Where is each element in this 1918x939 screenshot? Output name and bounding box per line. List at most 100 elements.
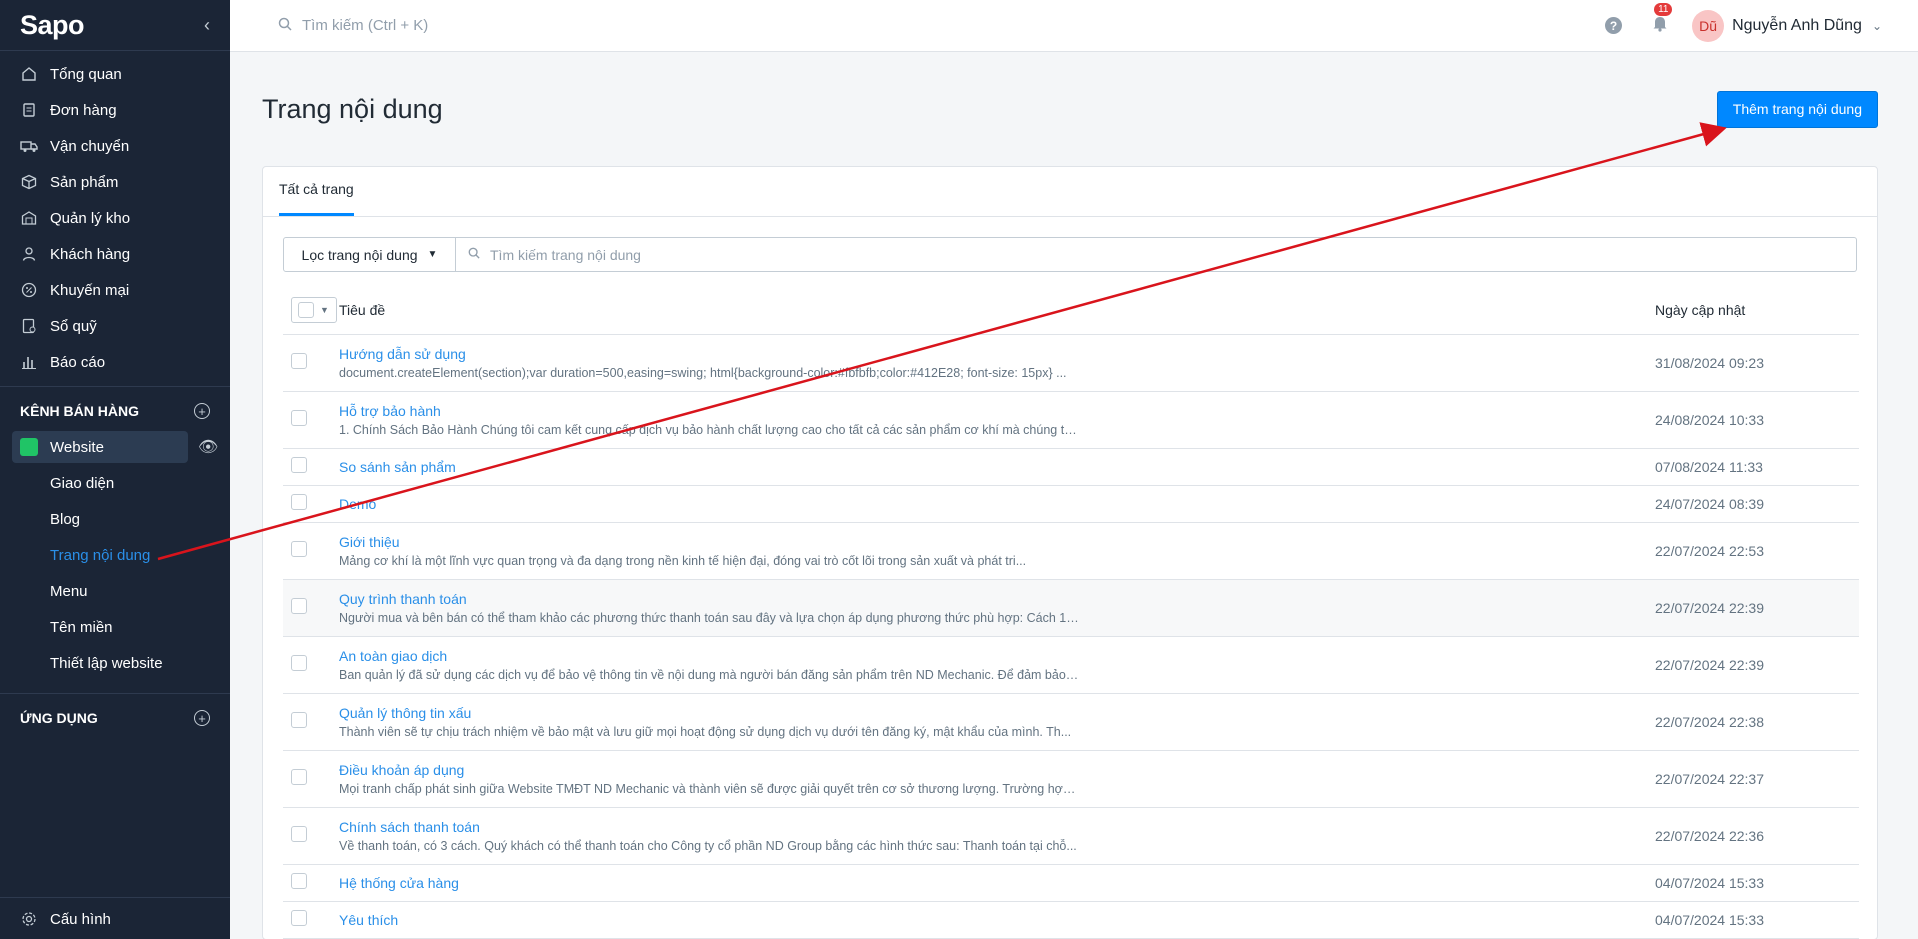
sapo-logo[interactable]: Sapo: [20, 10, 85, 41]
apps-title: ỨNG DỤNG: [20, 710, 98, 726]
bulk-select-checkbox[interactable]: ▼: [291, 296, 337, 323]
row-checkbox[interactable]: [291, 655, 307, 671]
main-content: Trang nội dung Thêm trang nội dung Tất c…: [262, 52, 1878, 939]
table-row[interactable]: Hệ thống cửa hàng 04/07/2024 15:33: [283, 864, 1859, 902]
table-row[interactable]: Quản lý thông tin xấu Thành viên sẽ tự c…: [283, 693, 1859, 751]
table-row[interactable]: Điều khoản áp dụng Mọi tranh chấp phát s…: [283, 750, 1859, 808]
table-row[interactable]: An toàn giao dịch Ban quản lý đã sử dụng…: [283, 636, 1859, 694]
row-excerpt: document.createElement(section);var dura…: [339, 365, 1067, 380]
collapse-sidebar-icon[interactable]: ‹: [204, 15, 210, 36]
checkbox[interactable]: [298, 301, 314, 318]
row-checkbox[interactable]: [291, 910, 307, 926]
row-title-link[interactable]: Demo: [339, 496, 1655, 512]
row-excerpt: Mọi tranh chấp phát sinh giữa Website TM…: [339, 781, 1079, 796]
nav-theme[interactable]: Giao diện: [0, 465, 230, 501]
row-title-link[interactable]: Quy trình thanh toán: [339, 591, 1655, 607]
nav-overview[interactable]: Tổng quan: [0, 56, 230, 92]
nav-label: Quản lý kho: [50, 209, 131, 227]
row-checkbox[interactable]: [291, 712, 307, 728]
row-title-link[interactable]: Điều khoản áp dụng: [339, 762, 1655, 778]
chart-icon: [20, 353, 38, 371]
caret-down-icon[interactable]: ▼: [320, 305, 329, 315]
nav-settings[interactable]: Cấu hình: [0, 898, 230, 939]
table-row[interactable]: Hướng dẫn sử dụng document.createElement…: [283, 334, 1859, 392]
row-select-cell: [283, 636, 339, 694]
nav-menu[interactable]: Menu: [0, 573, 230, 609]
row-select-cell: [283, 522, 339, 580]
row-checkbox[interactable]: [291, 410, 307, 426]
row-title-link[interactable]: Giới thiệu: [339, 534, 1655, 550]
row-title-link[interactable]: Quản lý thông tin xấu: [339, 705, 1655, 721]
row-checkbox[interactable]: [291, 541, 307, 557]
avatar[interactable]: Dũ: [1692, 9, 1725, 42]
row-excerpt: Thành viên sẽ tự chịu trách nhiệm về bảo…: [339, 724, 1072, 739]
nav-promotions[interactable]: Khuyến mại: [0, 272, 230, 308]
add-app-icon[interactable]: +: [194, 710, 210, 726]
nav-inventory[interactable]: Quản lý kho: [0, 200, 230, 236]
row-title-link[interactable]: Hệ thống cửa hàng: [339, 875, 1655, 891]
table-body: Hướng dẫn sử dụng document.createElement…: [283, 334, 1859, 939]
tab-all-pages[interactable]: Tất cả trang: [279, 181, 354, 216]
eye-icon[interactable]: 👁: [198, 437, 218, 457]
table-row[interactable]: Yêu thích 04/07/2024 15:33: [283, 901, 1859, 939]
add-content-page-button[interactable]: Thêm trang nội dung: [1716, 90, 1878, 128]
nav-reports[interactable]: Báo cáo: [0, 344, 230, 380]
sidebar: Sapo ‹ Tổng quan Đơn hàng Vận chuyển Sản…: [0, 0, 230, 939]
row-title-link[interactable]: Chính sách thanh toán: [339, 819, 1655, 835]
nav-blog[interactable]: Blog: [0, 501, 230, 537]
filter-dropdown[interactable]: Lọc trang nội dung ▼: [283, 237, 456, 272]
search-icon: [278, 17, 292, 35]
page-search-input[interactable]: Tìm kiếm trang nội dung: [456, 237, 1857, 272]
nav-orders[interactable]: Đơn hàng: [0, 92, 230, 128]
table-row[interactable]: Hỗ trợ bảo hành 1. Chính Sách Bảo Hành C…: [283, 391, 1859, 449]
row-title-link[interactable]: So sánh sản phẩm: [339, 459, 1655, 475]
table-row[interactable]: Demo 24/07/2024 08:39: [283, 485, 1859, 523]
table-row[interactable]: Chính sách thanh toán Về thanh toán, có …: [283, 807, 1859, 865]
row-title-cell: So sánh sản phẩm: [339, 448, 1655, 486]
help-icon[interactable]: ?: [1605, 17, 1623, 34]
nav-products[interactable]: Sản phẩm: [0, 164, 230, 200]
add-channel-icon[interactable]: +: [194, 403, 210, 419]
table-row[interactable]: Giới thiệu Mảng cơ khí là một lĩnh vực q…: [283, 522, 1859, 580]
nav-domains[interactable]: Tên miền: [0, 609, 230, 645]
row-checkbox[interactable]: [291, 457, 307, 473]
nav-label: Tổng quan: [50, 65, 122, 83]
row-checkbox[interactable]: [291, 873, 307, 889]
user-name[interactable]: Nguyễn Anh Dũng: [1732, 17, 1862, 35]
row-checkbox[interactable]: [291, 353, 307, 369]
filter-label: Lọc trang nội dung: [301, 246, 418, 263]
row-checkbox[interactable]: [291, 769, 307, 785]
row-checkbox[interactable]: [291, 826, 307, 842]
nav-customers[interactable]: Khách hàng: [0, 236, 230, 272]
nav-label: Đơn hàng: [50, 101, 117, 119]
row-title-link[interactable]: Hỗ trợ bảo hành: [339, 403, 1655, 419]
row-checkbox[interactable]: [291, 494, 307, 510]
row-title-cell: Quản lý thông tin xấu Thành viên sẽ tự c…: [339, 693, 1655, 751]
row-title-link[interactable]: Hướng dẫn sử dụng: [339, 346, 1655, 362]
row-title-cell: Quy trình thanh toán Người mua và bên bá…: [339, 579, 1655, 637]
row-title-link[interactable]: Yêu thích: [339, 912, 1655, 928]
row-title-cell: Điều khoản áp dụng Mọi tranh chấp phát s…: [339, 750, 1655, 808]
page-title: Trang nội dung: [262, 93, 443, 124]
nav-cashbook[interactable]: Sổ quỹ: [0, 308, 230, 344]
table-row[interactable]: Quy trình thanh toán Người mua và bên bá…: [283, 579, 1859, 637]
chevron-down-icon[interactable]: ⌄: [1872, 19, 1882, 33]
row-title-link[interactable]: An toàn giao dịch: [339, 648, 1655, 664]
row-updated-date: 04/07/2024 15:33: [1655, 864, 1859, 902]
nav-website[interactable]: Website: [12, 431, 188, 463]
search-icon: [468, 247, 480, 262]
nav-website-settings[interactable]: Thiết lập website: [0, 645, 230, 681]
row-excerpt: Về thanh toán, có 3 cách. Quý khách có t…: [339, 838, 1077, 853]
table-row[interactable]: So sánh sản phẩm 07/08/2024 11:33: [283, 448, 1859, 486]
tab-bar: Tất cả trang: [263, 167, 1877, 217]
global-search[interactable]: Tìm kiếm (Ctrl + K): [278, 17, 428, 35]
nav-content-pages[interactable]: Trang nội dung: [0, 537, 230, 573]
row-select-cell: [283, 693, 339, 751]
row-title-cell: Demo: [339, 485, 1655, 523]
row-checkbox[interactable]: [291, 598, 307, 614]
notification-bell[interactable]: 11: [1652, 2, 1673, 37]
ledger-icon: [20, 317, 38, 335]
row-updated-date: 24/08/2024 10:33: [1655, 391, 1859, 449]
nav-shipping[interactable]: Vận chuyển: [0, 128, 230, 164]
row-select-cell: [283, 750, 339, 808]
